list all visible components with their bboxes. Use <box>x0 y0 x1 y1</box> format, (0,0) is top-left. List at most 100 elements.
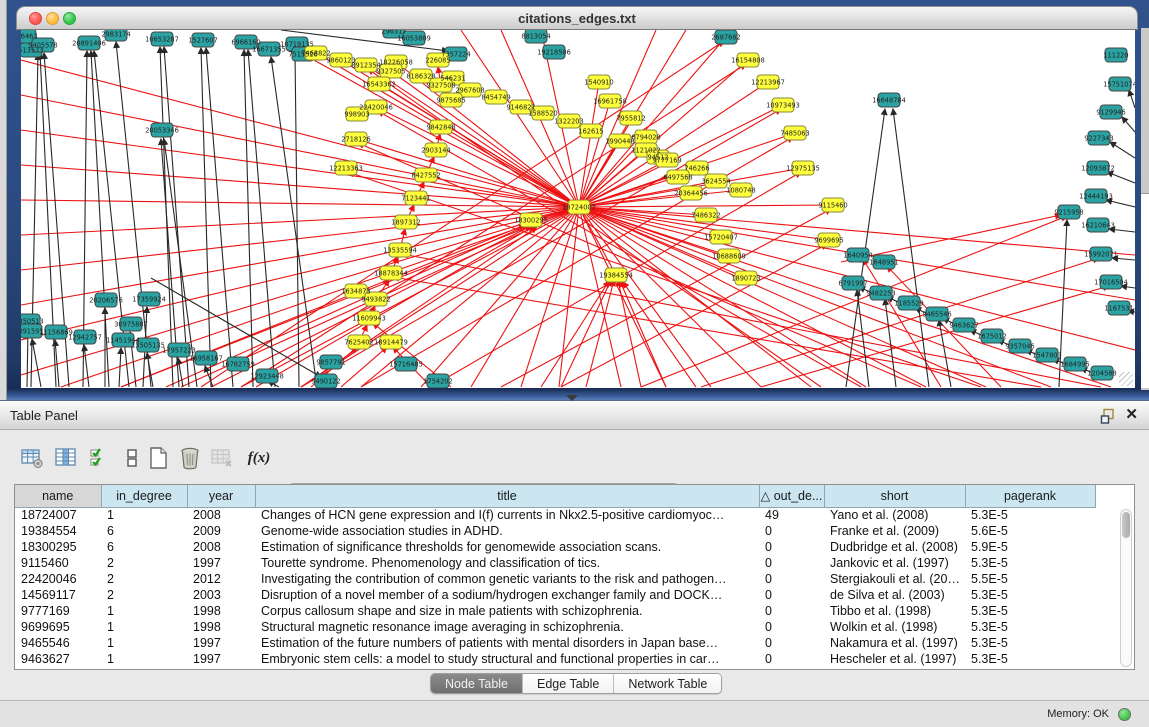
table-cell[interactable]: de Silva et al. (2003) <box>824 587 965 603</box>
table-cell[interactable]: 5.5E-5 <box>965 571 1095 587</box>
table-row[interactable]: 946362711997Embryonic stem cells: a mode… <box>15 651 1095 667</box>
table-vertical-scrollbar[interactable] <box>1120 509 1132 667</box>
table-cell[interactable]: 2 <box>101 555 187 571</box>
table-cell[interactable]: Estimation of significance thresholds fo… <box>255 539 759 555</box>
table-panel-header[interactable]: Table Panel ✕ <box>0 400 1149 430</box>
show-columns-icon[interactable] <box>54 446 78 470</box>
table-cell[interactable]: 6 <box>101 539 187 555</box>
column-header-out-de[interactable]: △ out_de... <box>759 485 824 507</box>
table-cell[interactable]: 0 <box>759 555 824 571</box>
table-cell[interactable]: 0 <box>759 571 824 587</box>
table-cell[interactable]: 0 <box>759 619 824 635</box>
table-cell[interactable]: 22420046 <box>15 571 101 587</box>
table-row[interactable]: 1938455462009Genome-wide association stu… <box>15 523 1095 539</box>
table-row[interactable]: 1872400712008Changes of HCN gene express… <box>15 507 1095 523</box>
scrollbar-thumb[interactable] <box>1122 512 1130 538</box>
column-header-short[interactable]: short <box>824 485 965 507</box>
table-cell[interactable]: 5.3E-5 <box>965 507 1095 523</box>
table-cell[interactable]: 5.3E-5 <box>965 651 1095 667</box>
table-cell[interactable]: 9777169 <box>15 603 101 619</box>
window-resize-grip[interactable] <box>1119 372 1133 386</box>
delete-table-icon[interactable] <box>210 446 234 470</box>
table-cell[interactable]: 0 <box>759 651 824 667</box>
table-cell[interactable]: 1 <box>101 603 187 619</box>
table-row[interactable]: 1830029562008Estimation of significance … <box>15 539 1095 555</box>
table-cell[interactable]: Franke et al. (2009) <box>824 523 965 539</box>
table-cell[interactable]: Wolkin et al. (1998) <box>824 619 965 635</box>
table-cell[interactable]: 1 <box>101 651 187 667</box>
table-cell[interactable]: Genome-wide association studies in ADHD. <box>255 523 759 539</box>
table-cell[interactable]: 0 <box>759 539 824 555</box>
table-cell[interactable]: 1 <box>101 635 187 651</box>
table-cell[interactable]: 1998 <box>187 619 255 635</box>
table-cell[interactable]: Disruption of a novel member of a sodium… <box>255 587 759 603</box>
new-document-icon[interactable] <box>146 446 170 470</box>
table-settings-icon[interactable] <box>20 446 44 470</box>
table-cell[interactable]: 14569117 <box>15 587 101 603</box>
table-cell[interactable]: 1 <box>101 507 187 523</box>
table-cell[interactable]: Investigating the contribution of common… <box>255 571 759 587</box>
delete-icon[interactable] <box>178 446 202 470</box>
table-cell[interactable]: Changes of HCN gene expression and I(f) … <box>255 507 759 523</box>
table-cell[interactable]: 2008 <box>187 539 255 555</box>
table-cell[interactable]: Estimation of the future numbers of pati… <box>255 635 759 651</box>
table-cell[interactable]: Stergiakouli et al. (2012) <box>824 571 965 587</box>
table-cell[interactable]: 1997 <box>187 555 255 571</box>
rows-icon[interactable] <box>120 446 144 470</box>
table-cell[interactable]: 6 <box>101 523 187 539</box>
float-window-icon[interactable] <box>1100 408 1116 424</box>
table-cell[interactable]: 1997 <box>187 651 255 667</box>
table-cell[interactable]: 1998 <box>187 603 255 619</box>
table-row[interactable]: 977716911998Corpus callosum shape and si… <box>15 603 1095 619</box>
column-header-title[interactable]: title <box>255 485 759 507</box>
table-cell[interactable]: 2009 <box>187 523 255 539</box>
splitter-handle-icon[interactable] <box>566 395 578 401</box>
tab-edge-table[interactable]: Edge Table <box>523 674 614 693</box>
table-cell[interactable]: Embryonic stem cells: a model to study s… <box>255 651 759 667</box>
table-cell[interactable]: 5.3E-5 <box>965 619 1095 635</box>
table-cell[interactable]: 9465546 <box>15 635 101 651</box>
tab-node-table[interactable]: Node Table <box>431 674 523 693</box>
table-cell[interactable]: 1 <box>101 619 187 635</box>
table-cell[interactable]: 49 <box>759 507 824 523</box>
table-cell[interactable]: 0 <box>759 635 824 651</box>
table-cell[interactable]: 2008 <box>187 507 255 523</box>
table-cell[interactable]: 5.3E-5 <box>965 635 1095 651</box>
select-columns-icon[interactable] <box>88 446 112 470</box>
table-cell[interactable]: 5.6E-5 <box>965 523 1095 539</box>
table-row[interactable]: 969969511998Structural magnetic resonanc… <box>15 619 1095 635</box>
table-row[interactable]: 1456911722003Disruption of a novel membe… <box>15 587 1095 603</box>
memory-ok-indicator[interactable] <box>1118 708 1131 721</box>
table-cell[interactable]: 9463627 <box>15 651 101 667</box>
table-cell[interactable]: 9699695 <box>15 619 101 635</box>
table-cell[interactable]: 9115460 <box>15 555 101 571</box>
table-cell[interactable]: Dudbridge et al. (2008) <box>824 539 965 555</box>
tab-network-table[interactable]: Network Table <box>614 674 721 693</box>
network-canvas[interactable]: 1864635135739405578208914062983174106532… <box>21 30 1135 388</box>
table-row[interactable]: 2242004622012Investigating the contribut… <box>15 571 1095 587</box>
table-cell[interactable]: Nakamura et al. (1997) <box>824 635 965 651</box>
table-cell[interactable]: 5.3E-5 <box>965 603 1095 619</box>
table-row[interactable]: 911546021997Tourette syndrome. Phenomeno… <box>15 555 1095 571</box>
table-cell[interactable]: 2012 <box>187 571 255 587</box>
column-header-name[interactable]: name <box>15 485 101 507</box>
table-cell[interactable]: 0 <box>759 603 824 619</box>
table-cell[interactable]: Yano et al. (2008) <box>824 507 965 523</box>
table-row[interactable]: 946554611997Estimation of the future num… <box>15 635 1095 651</box>
table-cell[interactable]: 0 <box>759 523 824 539</box>
table-cell[interactable]: 2 <box>101 571 187 587</box>
table-cell[interactable]: 0 <box>759 587 824 603</box>
table-cell[interactable]: 2003 <box>187 587 255 603</box>
table-cell[interactable]: 18300295 <box>15 539 101 555</box>
table-cell[interactable]: 18724007 <box>15 507 101 523</box>
table-cell[interactable]: Tourette syndrome. Phenomenology and cla… <box>255 555 759 571</box>
table-cell[interactable]: Structural magnetic resonance image aver… <box>255 619 759 635</box>
table-cell[interactable]: Jankovic et al. (1997) <box>824 555 965 571</box>
column-header-in-degree[interactable]: in_degree <box>101 485 187 507</box>
function-builder-icon[interactable]: f(x) <box>244 446 274 470</box>
table-cell[interactable]: 5.3E-5 <box>965 555 1095 571</box>
table-cell[interactable]: 1997 <box>187 635 255 651</box>
table-cell[interactable]: 19384554 <box>15 523 101 539</box>
table-cell[interactable]: 5.9E-5 <box>965 539 1095 555</box>
column-header-year[interactable]: year <box>187 485 255 507</box>
